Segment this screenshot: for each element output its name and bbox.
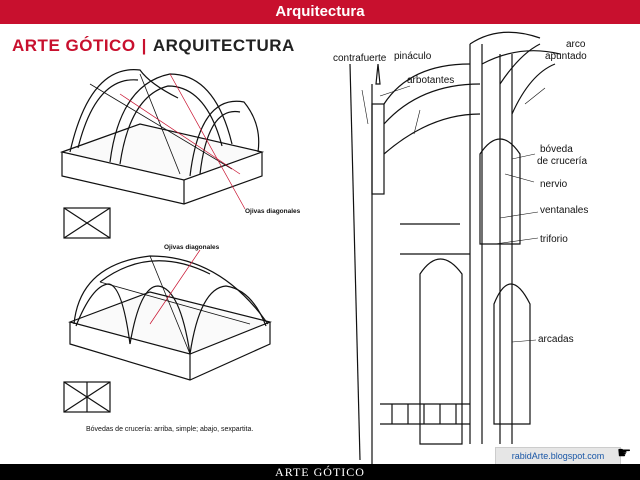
label-ojivas-diagonales-2: Ojivas diagonales [164,244,220,251]
label-ojivas-diagonales-1: Ojivas diagonales [245,208,301,215]
top-title: Arquitectura [275,3,365,20]
blog-link[interactable]: rabidArte.blogspot.com [495,447,621,465]
label-pinaculo: pináculo [394,51,432,62]
bottom-title-bar: ARTE GÓTICO [0,464,640,480]
label-arbotantes: arbotantes [407,75,455,86]
label-contrafuerte: contrafuerte [333,53,387,64]
simple-vault-plan [63,207,111,239]
label-boveda: bóveda [540,144,573,155]
label-triforio: triforio [540,234,568,245]
cathedral-section-drawing [349,31,561,464]
bottom-title: ARTE GÓTICO [275,465,365,479]
caption: Bóvedas de crucería: arriba, simple; aba… [86,426,254,433]
label-de-cruceria: de crucería [537,156,588,167]
label-apuntado: apuntado [545,51,587,62]
top-title-bar: Arquitectura [0,0,640,24]
sexpartite-vault-drawing [68,249,272,381]
label-nervio: nervio [540,179,568,190]
label-ventanales: ventanales [540,205,589,216]
label-arcadas: arcadas [538,334,574,345]
sexpartite-vault-plan [63,381,111,413]
simple-vault-drawing [59,69,265,210]
hand-pointer-icon: ☛ [617,445,632,462]
label-arco: arco [566,39,586,50]
